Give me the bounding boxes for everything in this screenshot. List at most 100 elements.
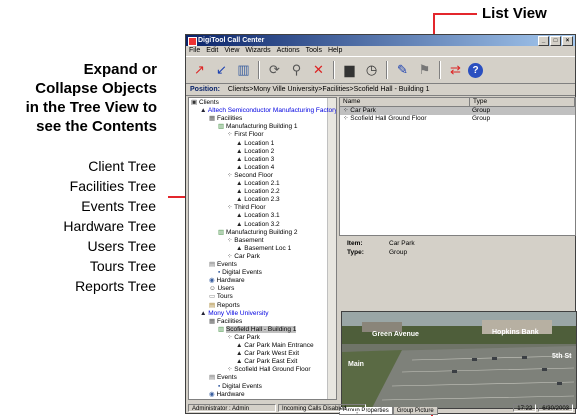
monitor-icon[interactable]: ▆ (340, 61, 359, 80)
event-icon[interactable]: ⚑ (415, 61, 434, 80)
clock-icon[interactable]: ◷ (362, 61, 381, 80)
maximize-button[interactable]: □ (550, 36, 561, 46)
building-icon[interactable]: ▥ (234, 61, 253, 80)
tree-node[interactable]: ⁘ Second Floor (227, 172, 273, 179)
tree-node[interactable]: ▲ Basement Loc 1 (236, 245, 291, 252)
tree-node[interactable]: ⁘ Third Floor (227, 204, 266, 211)
status-time: 17:22 (513, 404, 537, 412)
title-bar: DigiTool Call Center _ □ × (186, 35, 575, 46)
tree-node-label: Basement Loc 1 (244, 244, 292, 252)
clients-icon: ▣ (191, 99, 199, 106)
search-icon[interactable]: ⚲ (287, 61, 306, 80)
tree-node[interactable]: ▲ Location 2.2 (236, 188, 280, 195)
tree-node[interactable]: ▲ Car Park East Exit (236, 358, 297, 365)
tree-node[interactable]: ▪ Digital Events (218, 269, 262, 276)
tree-node-label: Location 2.2 (244, 188, 280, 196)
tree-node[interactable]: ▲ Car Park Main Entrance (236, 342, 314, 349)
app-window: DigiTool Call Center _ □ × File Edit Vie… (185, 34, 577, 415)
menu-help[interactable]: Help (328, 46, 342, 56)
tree-node-label: Third Floor (234, 204, 266, 212)
tree-node[interactable]: ▲ Altech Semiconductor Manufacturing Fac… (200, 107, 336, 114)
building-icon: ▥ (218, 123, 226, 131)
position-label: Position: (190, 86, 220, 93)
type-value: Group (389, 249, 408, 256)
help-icon[interactable]: ? (468, 62, 483, 78)
tree-node[interactable]: ▥ Manufacturing Building 1 (218, 123, 298, 130)
menu-wizards[interactable]: Wizards (245, 46, 270, 56)
menu-tools[interactable]: Tools (306, 46, 322, 56)
menu-file[interactable]: File (189, 46, 200, 56)
tree-node[interactable]: ▦ Facilities (209, 318, 242, 325)
tree-node[interactable]: ▲ Mony Ville University (200, 310, 268, 317)
tree-scrollbar[interactable] (327, 98, 336, 399)
expand-icon[interactable]: ↗ (190, 61, 209, 80)
tree-node[interactable]: ▥ Manufacturing Building 2 (218, 229, 298, 236)
tree-node[interactable]: ⁘ Scofield Hall Ground Floor (227, 366, 311, 373)
tree-node-label: Hardware (216, 277, 245, 285)
status-bar: Administrator : Admin Incoming Calls Dis… (186, 403, 575, 413)
tree-node[interactable]: ▪ Digital Events (218, 383, 262, 390)
tree-node[interactable]: ▦ Facilities (209, 115, 242, 122)
row-name: Car Park (350, 107, 376, 114)
location-icon: ▲ (236, 350, 245, 358)
menu-view[interactable]: View (224, 46, 239, 56)
list-row[interactable]: ⁘ Car Park Group (340, 107, 575, 115)
tree-node-label: Location 4 (244, 163, 275, 171)
tree-node[interactable]: ▲ Location 1 (236, 140, 274, 147)
tree-node[interactable]: ⁘ Car Park (227, 334, 260, 341)
tree-node-label: Location 3 (244, 155, 275, 163)
tree-node[interactable]: ▲ Location 2 (236, 148, 274, 155)
item-label: Item: (347, 240, 363, 247)
tree-node[interactable]: ▲ Location 3.2 (236, 221, 280, 228)
collapse-icon[interactable]: ↙ (212, 61, 231, 80)
tree-node[interactable]: ▲ Location 3 (236, 156, 274, 163)
close-button[interactable]: × (562, 36, 573, 46)
location-icon: ▲ (236, 139, 245, 147)
tree-node[interactable]: ▲ Location 2.3 (236, 196, 280, 203)
events-icon: ▤ (209, 261, 217, 268)
tree-node[interactable]: ⁘ Car Park (227, 253, 260, 260)
window-title: DigiTool Call Center (198, 37, 265, 44)
expand-collapse-callout: Expand or Collapse Objects in the Tree V… (26, 60, 157, 136)
list-row[interactable]: ⁘ Scofield Hall Ground Floor Group (340, 115, 575, 123)
menu-actions[interactable]: Actions (277, 46, 300, 56)
tree-node[interactable]: ☺ Users (209, 285, 234, 292)
tree-node-label: Location 2 (244, 147, 275, 155)
building-icon: ▥ (218, 325, 226, 333)
row-name: Scofield Hall Ground Floor (350, 115, 427, 122)
edit-icon[interactable]: ✎ (393, 61, 412, 80)
minimize-button[interactable]: _ (538, 36, 549, 46)
tree-node[interactable]: ▲ Location 2.1 (236, 180, 280, 187)
sync-icon[interactable]: ⇄ (446, 61, 465, 80)
tree-node-label: Manufacturing Building 2 (225, 228, 298, 236)
delete-icon[interactable]: ✕ (309, 61, 328, 80)
list-view-callout: List View (482, 5, 547, 22)
tree-node[interactable]: ▤ Events (209, 374, 237, 381)
tree-view[interactable]: ▣ Clients ▲ Altech Semiconductor Manufact… (188, 97, 337, 400)
callout-line: Expand or (83, 61, 157, 78)
building-icon: ▥ (218, 228, 226, 236)
tree-node[interactable]: ▲ Car Park West Exit (236, 350, 299, 357)
column-name[interactable]: Name (340, 98, 470, 106)
menu-edit[interactable]: Edit (206, 46, 218, 56)
tree-node-label: Digital Events (222, 382, 262, 390)
position-bar: Position: Clients>Mony Ville University>… (186, 84, 575, 96)
tree-node[interactable]: ▲ Location 4 (236, 164, 274, 171)
tree-node-label: Location 2.1 (244, 180, 280, 187)
column-type[interactable]: Type (470, 98, 575, 106)
tree-node[interactable]: ⁘ First Floor (227, 131, 264, 138)
tree-node[interactable]: ⁘ Basement (227, 237, 264, 244)
refresh-icon[interactable]: ⟳ (265, 61, 284, 80)
reports-tree-label: Reports Tree (75, 278, 156, 294)
tree-node[interactable]: ▤ Reports (209, 302, 240, 309)
tree-node[interactable]: ▣ Clients (191, 99, 219, 106)
tree-node[interactable]: ▲ Location 3.1 (236, 212, 280, 219)
tree-node[interactable]: ◉ Hardware (209, 277, 245, 284)
status-calls: Incoming Calls Disabled (278, 404, 366, 412)
tree-node-label: Location 3.1 (244, 212, 280, 220)
tree-node[interactable]: ◉ Hardware (209, 391, 245, 398)
tree-node[interactable]: ▥ Scofield Hall - Building 1 (218, 325, 297, 333)
tree-node[interactable]: ▭ Tours (209, 293, 233, 300)
location-icon: ▲ (236, 188, 245, 196)
tree-node[interactable]: ▤ Events (209, 261, 237, 268)
